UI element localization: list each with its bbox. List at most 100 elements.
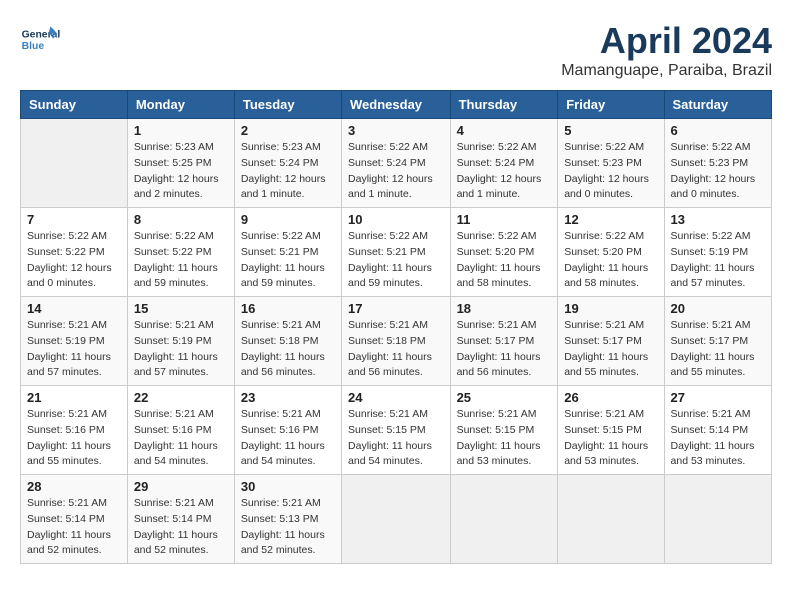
day-info: Sunrise: 5:22 AMSunset: 5:20 PMDaylight:…	[564, 229, 657, 292]
day-info: Sunrise: 5:21 AMSunset: 5:17 PMDaylight:…	[457, 318, 552, 381]
day-info: Sunrise: 5:21 AMSunset: 5:16 PMDaylight:…	[241, 407, 335, 470]
day-info: Sunrise: 5:21 AMSunset: 5:19 PMDaylight:…	[27, 318, 121, 381]
header-cell-wednesday: Wednesday	[342, 91, 451, 119]
header-row: SundayMondayTuesdayWednesdayThursdayFrid…	[21, 91, 772, 119]
day-number: 10	[348, 212, 444, 227]
day-info: Sunrise: 5:21 AMSunset: 5:16 PMDaylight:…	[134, 407, 228, 470]
day-info: Sunrise: 5:21 AMSunset: 5:17 PMDaylight:…	[671, 318, 765, 381]
day-number: 29	[134, 479, 228, 494]
day-number: 12	[564, 212, 657, 227]
day-cell	[450, 475, 558, 564]
day-cell: 5Sunrise: 5:22 AMSunset: 5:23 PMDaylight…	[558, 119, 664, 208]
day-number: 20	[671, 301, 765, 316]
day-cell: 26Sunrise: 5:21 AMSunset: 5:15 PMDayligh…	[558, 386, 664, 475]
day-cell: 17Sunrise: 5:21 AMSunset: 5:18 PMDayligh…	[342, 297, 451, 386]
day-info: Sunrise: 5:22 AMSunset: 5:22 PMDaylight:…	[134, 229, 228, 292]
day-number: 14	[27, 301, 121, 316]
day-cell	[342, 475, 451, 564]
day-number: 28	[27, 479, 121, 494]
header-cell-tuesday: Tuesday	[234, 91, 341, 119]
day-number: 24	[348, 390, 444, 405]
day-cell: 6Sunrise: 5:22 AMSunset: 5:23 PMDaylight…	[664, 119, 771, 208]
day-number: 13	[671, 212, 765, 227]
calendar-body: 1Sunrise: 5:23 AMSunset: 5:25 PMDaylight…	[21, 119, 772, 564]
logo-icon: General Blue	[20, 20, 60, 60]
day-number: 23	[241, 390, 335, 405]
day-cell: 8 Sunrise: 5:22 AMSunset: 5:22 PMDaylight…	[127, 208, 234, 297]
day-number: 25	[457, 390, 552, 405]
day-number: 7	[27, 212, 121, 227]
day-cell: 29 Sunrise: 5:21 AMSunset: 5:14 PMDayligh…	[127, 475, 234, 564]
day-number: 16	[241, 301, 335, 316]
header-cell-thursday: Thursday	[450, 91, 558, 119]
day-cell: 9 Sunrise: 5:22 AMSunset: 5:21 PMDaylight…	[234, 208, 341, 297]
header-cell-saturday: Saturday	[664, 91, 771, 119]
week-row-2: 7 Sunrise: 5:22 AMSunset: 5:22 PMDaylight…	[21, 208, 772, 297]
day-cell: 11 Sunrise: 5:22 AMSunset: 5:20 PMDayligh…	[450, 208, 558, 297]
day-number: 15	[134, 301, 228, 316]
logo: General Blue	[20, 20, 60, 60]
day-cell: 25 Sunrise: 5:21 AMSunset: 5:15 PMDayligh…	[450, 386, 558, 475]
day-cell: 4Sunrise: 5:22 AMSunset: 5:24 PMDaylight…	[450, 119, 558, 208]
location-title: Mamanguape, Paraiba, Brazil	[561, 62, 772, 80]
day-cell: 23 Sunrise: 5:21 AMSunset: 5:16 PMDayligh…	[234, 386, 341, 475]
day-cell	[664, 475, 771, 564]
day-info: Sunrise: 5:21 AMSunset: 5:18 PMDaylight:…	[241, 318, 335, 381]
day-number: 6	[671, 123, 765, 138]
day-info: Sunrise: 5:22 AMSunset: 5:24 PMDaylight:…	[348, 140, 444, 203]
day-info: Sunrise: 5:22 AMSunset: 5:23 PMDaylight:…	[564, 140, 657, 203]
day-cell: 24Sunrise: 5:21 AMSunset: 5:15 PMDayligh…	[342, 386, 451, 475]
header: General Blue April 2024 Mamanguape, Para…	[20, 20, 772, 80]
day-cell: 15 Sunrise: 5:21 AMSunset: 5:19 PMDayligh…	[127, 297, 234, 386]
day-info: Sunrise: 5:23 AMSunset: 5:25 PMDaylight:…	[134, 140, 228, 203]
day-number: 21	[27, 390, 121, 405]
day-number: 30	[241, 479, 335, 494]
day-cell: 21 Sunrise: 5:21 AMSunset: 5:16 PMDayligh…	[21, 386, 128, 475]
day-info: Sunrise: 5:21 AMSunset: 5:15 PMDaylight:…	[564, 407, 657, 470]
day-number: 19	[564, 301, 657, 316]
week-row-3: 14 Sunrise: 5:21 AMSunset: 5:19 PMDayligh…	[21, 297, 772, 386]
day-info: Sunrise: 5:22 AMSunset: 5:19 PMDaylight:…	[671, 229, 765, 292]
month-title: April 2024	[561, 20, 772, 62]
day-info: Sunrise: 5:22 AMSunset: 5:22 PMDaylight:…	[27, 229, 121, 292]
day-cell: 16 Sunrise: 5:21 AMSunset: 5:18 PMDayligh…	[234, 297, 341, 386]
day-cell: 20 Sunrise: 5:21 AMSunset: 5:17 PMDayligh…	[664, 297, 771, 386]
calendar-header: SundayMondayTuesdayWednesdayThursdayFrid…	[21, 91, 772, 119]
day-info: Sunrise: 5:21 AMSunset: 5:18 PMDaylight:…	[348, 318, 444, 381]
day-cell: 2Sunrise: 5:23 AMSunset: 5:24 PMDaylight…	[234, 119, 341, 208]
day-cell	[21, 119, 128, 208]
day-number: 4	[457, 123, 552, 138]
header-cell-monday: Monday	[127, 91, 234, 119]
day-number: 27	[671, 390, 765, 405]
day-number: 11	[457, 212, 552, 227]
day-info: Sunrise: 5:22 AMSunset: 5:20 PMDaylight:…	[457, 229, 552, 292]
day-cell: 22 Sunrise: 5:21 AMSunset: 5:16 PMDayligh…	[127, 386, 234, 475]
day-cell: 28 Sunrise: 5:21 AMSunset: 5:14 PMDayligh…	[21, 475, 128, 564]
day-cell: 30 Sunrise: 5:21 AMSunset: 5:13 PMDayligh…	[234, 475, 341, 564]
day-info: Sunrise: 5:21 AMSunset: 5:15 PMDaylight:…	[457, 407, 552, 470]
day-cell: 27 Sunrise: 5:21 AMSunset: 5:14 PMDayligh…	[664, 386, 771, 475]
day-number: 3	[348, 123, 444, 138]
day-cell: 18Sunrise: 5:21 AMSunset: 5:17 PMDayligh…	[450, 297, 558, 386]
day-info: Sunrise: 5:23 AMSunset: 5:24 PMDaylight:…	[241, 140, 335, 203]
day-info: Sunrise: 5:21 AMSunset: 5:14 PMDaylight:…	[671, 407, 765, 470]
day-number: 22	[134, 390, 228, 405]
week-row-4: 21 Sunrise: 5:21 AMSunset: 5:16 PMDayligh…	[21, 386, 772, 475]
header-cell-friday: Friday	[558, 91, 664, 119]
day-info: Sunrise: 5:21 AMSunset: 5:13 PMDaylight:…	[241, 496, 335, 559]
svg-text:Blue: Blue	[22, 41, 45, 52]
day-cell: 19 Sunrise: 5:21 AMSunset: 5:17 PMDayligh…	[558, 297, 664, 386]
day-cell: 14 Sunrise: 5:21 AMSunset: 5:19 PMDayligh…	[21, 297, 128, 386]
day-info: Sunrise: 5:21 AMSunset: 5:16 PMDaylight:…	[27, 407, 121, 470]
day-info: Sunrise: 5:21 AMSunset: 5:19 PMDaylight:…	[134, 318, 228, 381]
day-info: Sunrise: 5:22 AMSunset: 5:21 PMDaylight:…	[348, 229, 444, 292]
day-info: Sunrise: 5:21 AMSunset: 5:17 PMDaylight:…	[564, 318, 657, 381]
day-info: Sunrise: 5:21 AMSunset: 5:14 PMDaylight:…	[27, 496, 121, 559]
title-area: April 2024 Mamanguape, Paraiba, Brazil	[561, 20, 772, 80]
day-cell: 13 Sunrise: 5:22 AMSunset: 5:19 PMDayligh…	[664, 208, 771, 297]
week-row-1: 1Sunrise: 5:23 AMSunset: 5:25 PMDaylight…	[21, 119, 772, 208]
day-info: Sunrise: 5:21 AMSunset: 5:14 PMDaylight:…	[134, 496, 228, 559]
day-info: Sunrise: 5:22 AMSunset: 5:21 PMDaylight:…	[241, 229, 335, 292]
day-number: 8	[134, 212, 228, 227]
day-number: 9	[241, 212, 335, 227]
